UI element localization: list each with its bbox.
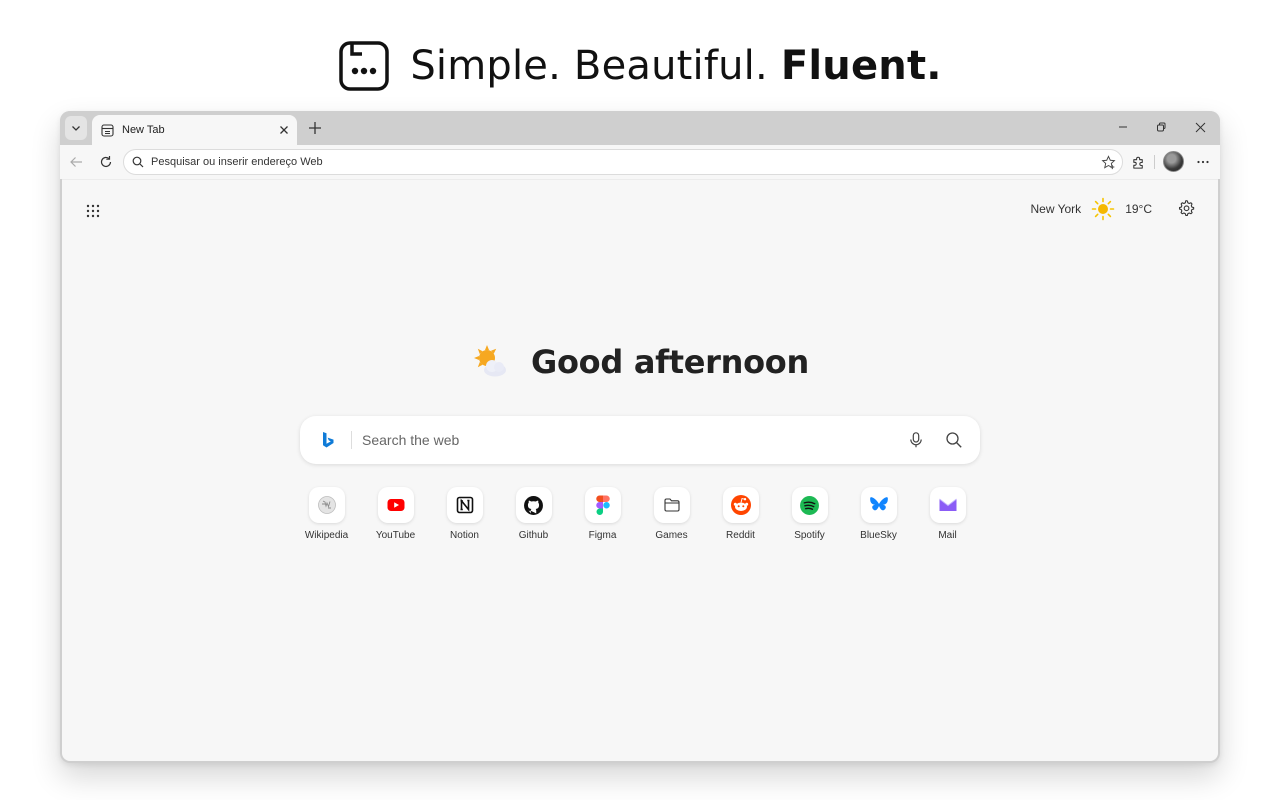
greeting-text: Good afternoon — [531, 343, 809, 381]
shortcut-label: YouTube — [375, 530, 416, 541]
more-menu-button[interactable] — [1191, 150, 1215, 174]
chevron-down-icon — [72, 126, 80, 131]
favorite-button[interactable] — [1098, 152, 1118, 172]
shortcut-tile — [584, 487, 621, 523]
shortcut-spotify[interactable]: Spotify — [775, 487, 844, 541]
address-bar[interactable] — [123, 149, 1123, 175]
github-icon — [524, 495, 543, 515]
shortcut-label: Figma — [588, 530, 617, 541]
tab-bar: New Tab — [60, 111, 1220, 145]
refresh-icon — [100, 156, 112, 168]
shortcut-label: Spotify — [794, 530, 825, 541]
mail-icon — [938, 498, 957, 511]
shortcut-tile — [722, 487, 759, 523]
shortcut-tile — [791, 487, 828, 523]
hero-banner: Simple. Beautiful. Fluent. — [0, 36, 1280, 96]
shortcut-tile — [860, 487, 897, 523]
hero-tagline-bold: Fluent. — [780, 43, 942, 89]
restore-button[interactable] — [1143, 115, 1179, 139]
sun-behind-cloud-icon — [474, 345, 507, 377]
folder-icon — [663, 498, 680, 512]
tab-new-tab[interactable]: New Tab — [92, 115, 297, 145]
shortcut-bluesky[interactable]: BlueSky — [844, 487, 913, 541]
weather-widget[interactable]: New York 19°C — [1030, 196, 1152, 222]
minimize-icon — [1119, 126, 1127, 128]
search-icon — [132, 156, 144, 168]
shortcut-figma[interactable]: Figma — [568, 487, 637, 541]
shortcut-label: Github — [518, 530, 549, 541]
star-icon — [1100, 154, 1116, 169]
web-search-input[interactable] — [362, 432, 904, 448]
bluesky-icon — [869, 497, 888, 511]
notion-icon — [456, 496, 473, 514]
voice-search-button[interactable] — [904, 428, 928, 452]
browser-dots-logo-icon — [339, 41, 390, 91]
shortcut-tile — [515, 487, 552, 523]
shortcut-mail[interactable]: Mail — [913, 487, 982, 541]
shortcut-label: Wikipedia — [304, 530, 349, 541]
new-tab-button[interactable] — [304, 117, 326, 139]
web-search-box[interactable] — [300, 416, 980, 464]
shortcut-notion[interactable]: Notion — [430, 487, 499, 541]
tab-list-button[interactable] — [65, 116, 87, 140]
search-divider — [351, 431, 352, 449]
microphone-icon — [910, 432, 922, 448]
toolbar-separator — [1154, 155, 1155, 169]
hero-tagline: Simple. Beautiful. Fluent. — [410, 43, 942, 89]
shortcut-tile — [377, 487, 414, 523]
wikipedia-icon — [317, 496, 336, 514]
page-settings-button[interactable] — [1174, 196, 1198, 220]
gear-icon — [1178, 200, 1195, 217]
shortcut-label: Mail — [938, 530, 957, 541]
youtube-icon — [387, 499, 404, 511]
search-icon — [946, 432, 962, 448]
app-launcher-button[interactable] — [82, 200, 104, 222]
shortcut-tile — [929, 487, 966, 523]
more-dots-icon — [1197, 160, 1209, 164]
shortcut-wikipedia[interactable]: Wikipedia — [292, 487, 361, 541]
new-tab-page-icon — [101, 123, 114, 137]
shortcut-label: Reddit — [726, 530, 755, 541]
sun-icon — [1091, 197, 1115, 221]
shortcut-label: Games — [655, 530, 688, 541]
bing-logo-icon — [323, 432, 334, 448]
shortcut-games[interactable]: Games — [637, 487, 706, 541]
shortcut-tile — [446, 487, 483, 523]
greeting: Good afternoon — [62, 340, 1218, 384]
quick-links: Wikipedia YouTube Notion Github Figma Ga… — [292, 487, 992, 541]
window-close-button[interactable] — [1182, 115, 1218, 139]
figma-icon — [595, 495, 610, 515]
shortcut-tile — [653, 487, 690, 523]
address-input[interactable] — [151, 156, 1051, 168]
minimize-button[interactable] — [1105, 115, 1141, 139]
navigation-toolbar — [60, 145, 1220, 179]
apps-grid-icon — [86, 204, 100, 218]
shortcut-reddit[interactable]: Reddit — [706, 487, 775, 541]
close-icon — [1195, 122, 1205, 132]
reddit-icon — [730, 495, 751, 515]
shortcut-github[interactable]: Github — [499, 487, 568, 541]
extensions-puzzle-icon — [1132, 156, 1143, 169]
shortcut-label: Notion — [450, 530, 479, 541]
tab-title: New Tab — [122, 124, 165, 136]
search-submit-button[interactable] — [942, 428, 966, 452]
new-tab-page: New York 19°C Good afternoon Search the … — [62, 179, 1218, 761]
refresh-button[interactable] — [94, 150, 118, 174]
shortcut-tile — [308, 487, 345, 523]
arrow-left-icon — [70, 157, 82, 167]
restore-icon — [1157, 122, 1166, 132]
extensions-button[interactable] — [1126, 150, 1150, 174]
profile-avatar[interactable] — [1163, 151, 1184, 172]
weather-city: New York — [1030, 202, 1082, 216]
browser-window: New Tab Pesquisar ou inserir endereço We… — [60, 111, 1220, 763]
shortcut-youtube[interactable]: YouTube — [361, 487, 430, 541]
tab-close-button[interactable] — [273, 119, 295, 141]
close-icon — [280, 126, 288, 134]
plus-icon — [309, 122, 321, 134]
back-button[interactable] — [64, 150, 88, 174]
spotify-icon — [800, 495, 819, 515]
shortcut-label: BlueSky — [860, 530, 897, 541]
weather-temperature: 19°C — [1125, 202, 1152, 216]
